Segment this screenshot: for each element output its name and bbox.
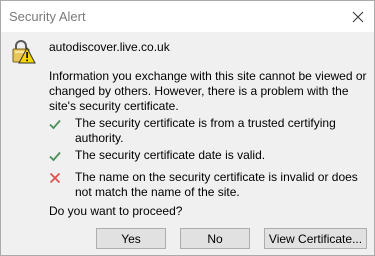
dialog-title: Security Alert [9,9,86,24]
security-alert-dialog: Security Alert autodiscover.live.co.uk I… [0,0,375,256]
yes-button[interactable]: Yes [96,228,166,249]
info-message: Information you exchange with this site … [49,69,367,113]
dialog-content: autodiscover.live.co.uk Information you … [1,32,374,255]
red-x-icon [49,172,61,184]
title-bar: Security Alert [1,1,374,32]
green-check-icon [49,151,61,162]
green-check-icon [49,119,61,130]
no-button[interactable]: No [180,228,250,249]
close-button[interactable] [342,1,374,32]
check-text: The name on the security certificate is … [75,170,358,199]
check-text: The security certificate is from a trust… [75,116,336,145]
check-text: The security certificate date is valid. [75,148,266,162]
site-hostname: autodiscover.live.co.uk [49,40,170,54]
proceed-question: Do you want to proceed? [49,204,183,218]
close-icon [352,11,364,22]
view-certificate-button[interactable]: View Certificate... [264,228,367,249]
security-warning-lock-icon [12,40,36,64]
